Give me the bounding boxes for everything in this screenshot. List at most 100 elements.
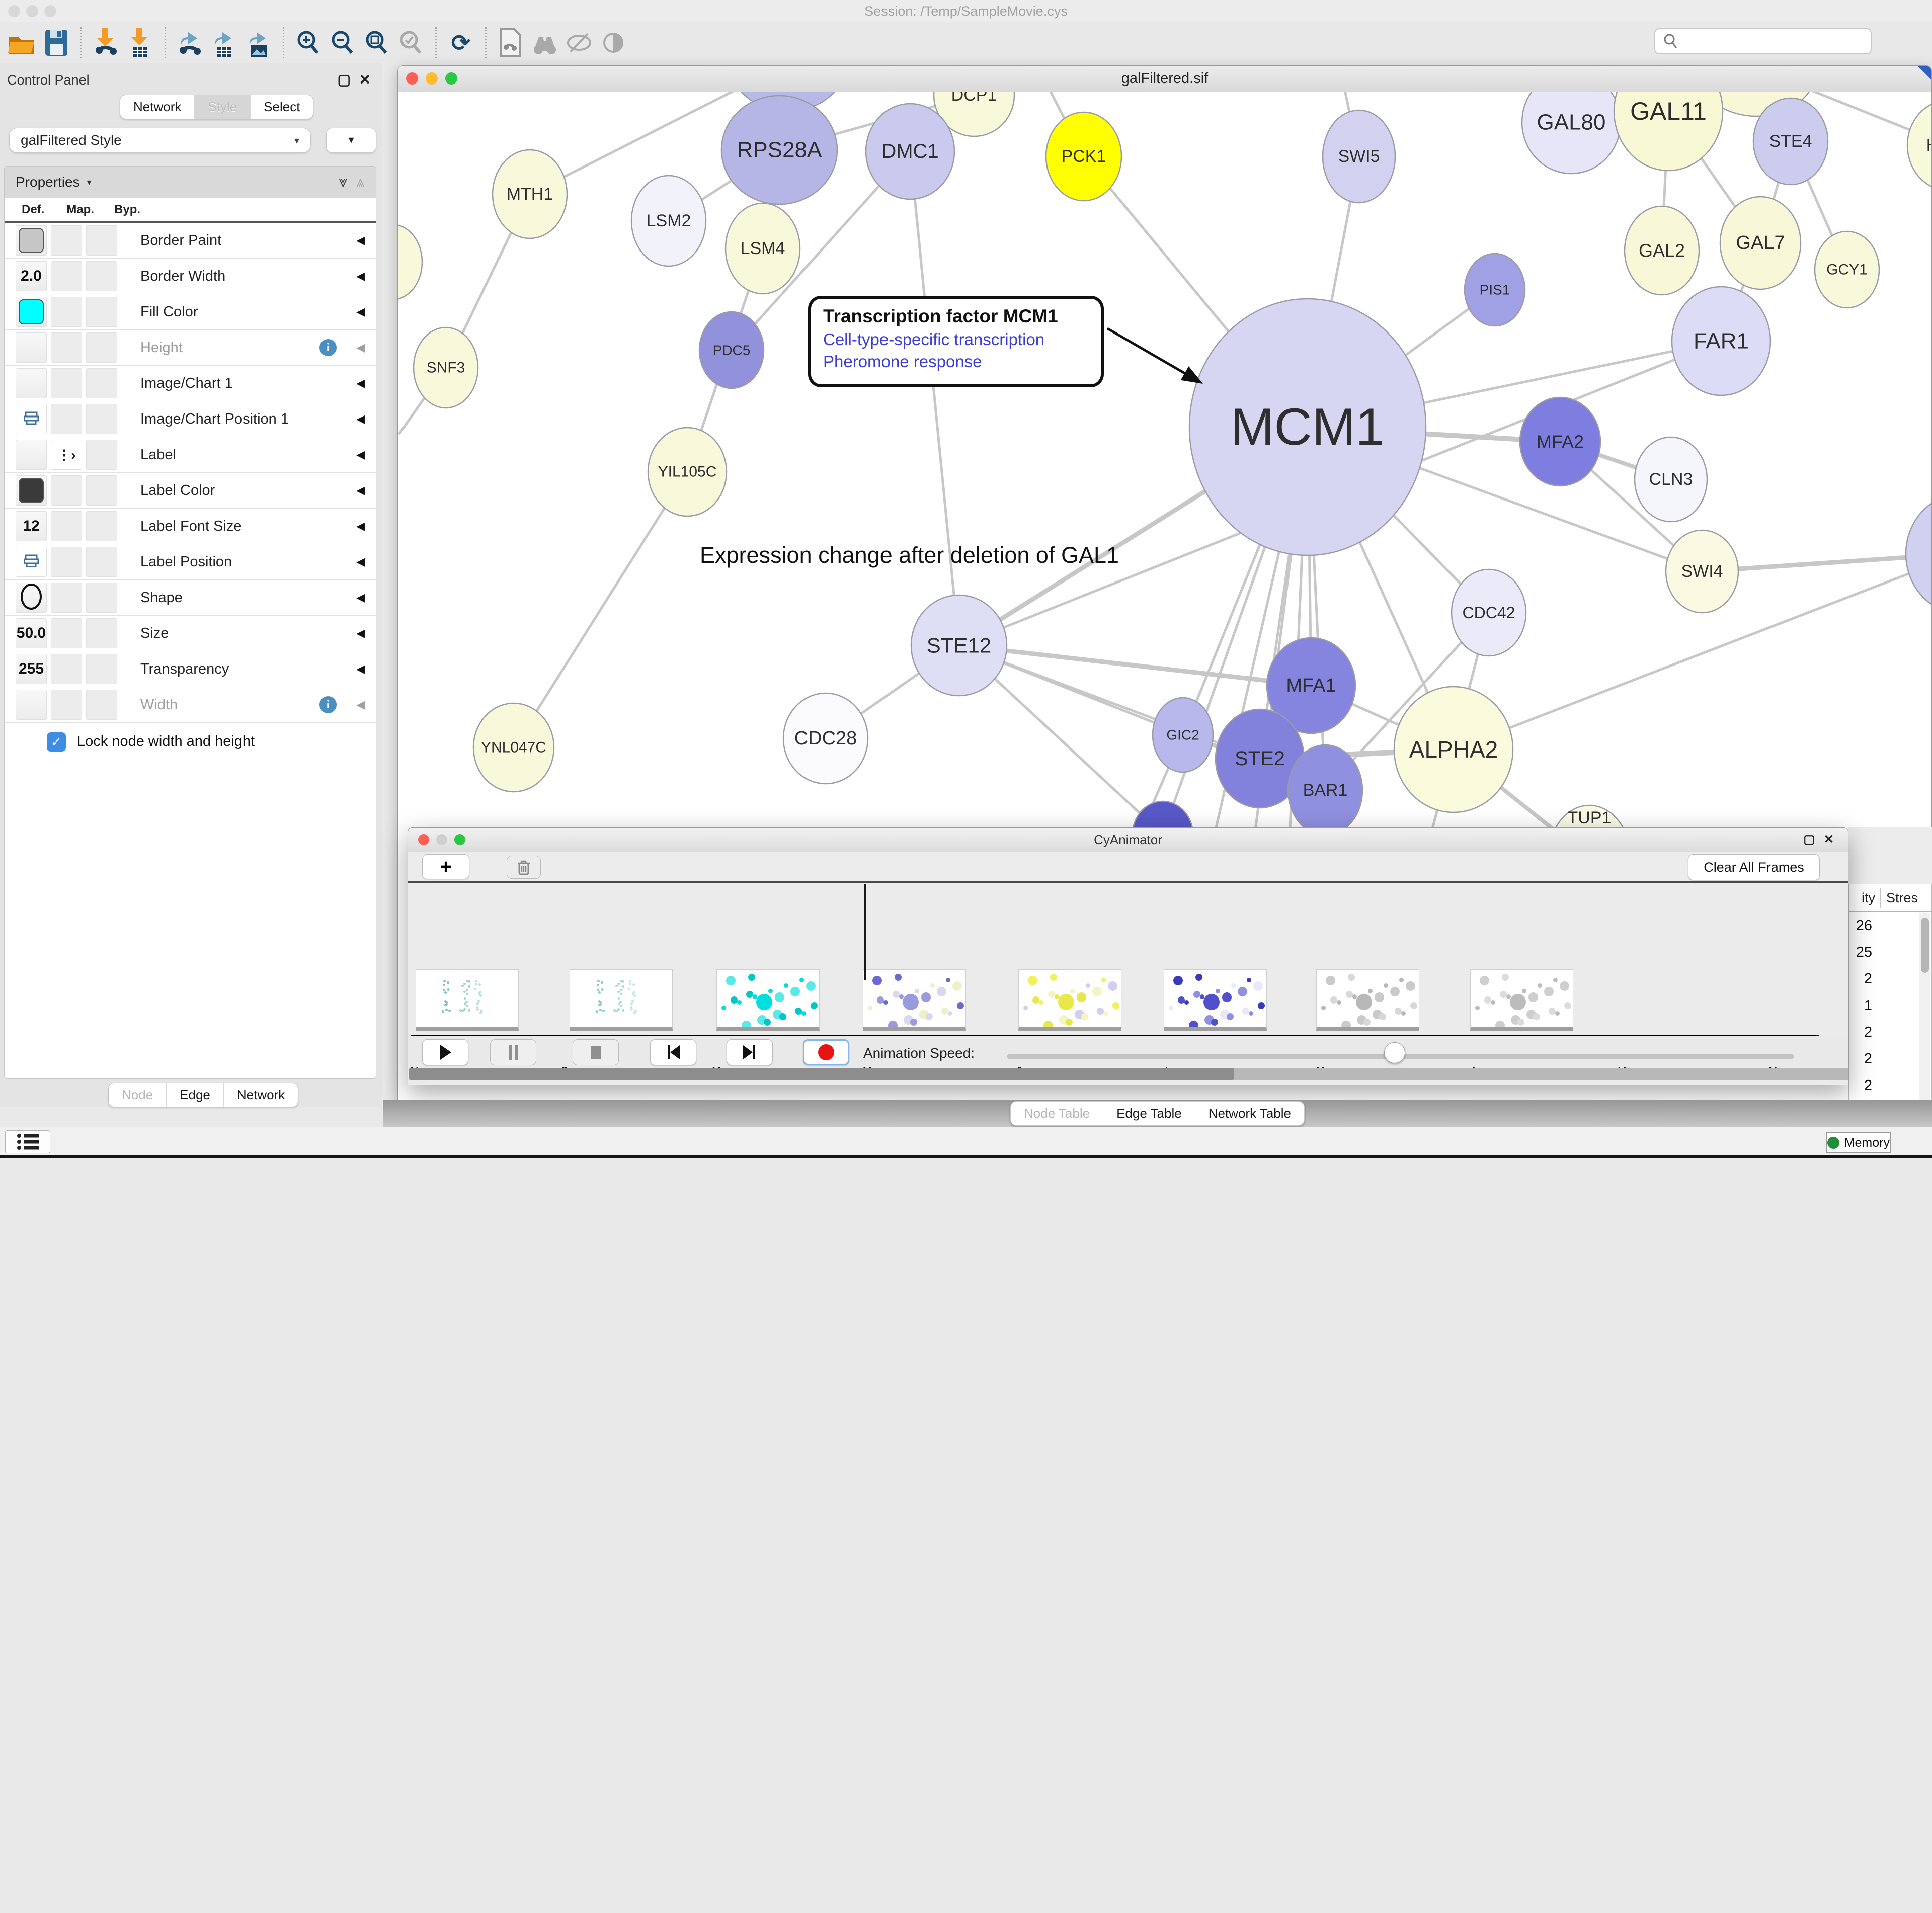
network-edge[interactable] bbox=[910, 151, 959, 645]
close-panel-icon[interactable]: ✕ bbox=[359, 71, 371, 88]
network-node-gal2[interactable]: GAL2 bbox=[1625, 206, 1699, 295]
network-node-gic2[interactable]: GIC2 bbox=[1153, 698, 1213, 772]
network-node-gal11[interactable]: GAL11 bbox=[1614, 92, 1723, 171]
zoom-out-button[interactable] bbox=[327, 26, 358, 59]
network-node-slt2[interactable]: SLT2 bbox=[1906, 494, 1931, 613]
table-scrollbar[interactable] bbox=[1919, 913, 1930, 1102]
default-value-cell[interactable] bbox=[16, 547, 47, 577]
show-button[interactable] bbox=[598, 26, 629, 59]
float-panel-icon[interactable]: ▢ bbox=[338, 71, 351, 88]
default-value-cell[interactable] bbox=[16, 440, 47, 470]
expand-row-icon[interactable]: ◀ bbox=[356, 412, 365, 426]
expand-row-icon[interactable]: ◀ bbox=[356, 520, 365, 533]
table-header-ity[interactable]: ity bbox=[1849, 890, 1875, 906]
record-button[interactable] bbox=[803, 1039, 849, 1065]
column-divider[interactable] bbox=[1880, 888, 1881, 908]
table-cell[interactable]: 2 bbox=[1849, 1024, 1872, 1041]
bypass-cell[interactable] bbox=[86, 475, 117, 506]
pause-button[interactable] bbox=[490, 1039, 536, 1065]
import-network-button[interactable] bbox=[91, 26, 122, 59]
network-node-pck1[interactable]: PCK1 bbox=[1046, 112, 1121, 201]
network-node-lsm4[interactable]: LSM4 bbox=[726, 203, 800, 294]
mapping-cell[interactable] bbox=[51, 511, 82, 541]
expand-row-icon[interactable]: ◀ bbox=[356, 341, 365, 354]
zoom-icon[interactable] bbox=[445, 72, 457, 85]
frame-thumbnail-5[interactable] bbox=[1018, 969, 1121, 1031]
window-zoom-button[interactable] bbox=[44, 5, 56, 17]
tab-node[interactable]: Node bbox=[109, 1083, 166, 1107]
frame-thumbnail-3[interactable] bbox=[716, 969, 820, 1031]
info-icon[interactable]: i bbox=[319, 339, 337, 356]
network-node-ste4[interactable]: STE4 bbox=[1753, 98, 1828, 185]
mapping-cell[interactable] bbox=[51, 690, 82, 720]
expand-row-icon[interactable]: ◀ bbox=[356, 555, 365, 568]
default-value-cell[interactable] bbox=[16, 332, 47, 363]
properties-header[interactable]: Properties ▾ ⩔ ⩓ bbox=[5, 167, 376, 198]
close-panel-icon[interactable]: ✕ bbox=[1824, 832, 1834, 847]
default-value-cell[interactable] bbox=[16, 583, 47, 613]
network-node-gal7[interactable]: GAL7 bbox=[1720, 197, 1801, 289]
clear-all-frames-button[interactable]: Clear All Frames bbox=[1688, 854, 1820, 880]
default-value-cell[interactable]: 50.0 bbox=[16, 618, 47, 648]
close-icon[interactable] bbox=[418, 834, 429, 845]
frame-thumbnail-4[interactable] bbox=[863, 969, 966, 1031]
network-node-swi5[interactable]: SWI5 bbox=[1323, 110, 1395, 203]
network-node-alpha2[interactable]: ALPHA2 bbox=[1394, 687, 1513, 812]
expand-row-icon[interactable]: ◀ bbox=[356, 591, 365, 604]
annotation-link-2[interactable]: Pheromone response bbox=[823, 352, 1089, 371]
hide-button[interactable] bbox=[564, 26, 595, 59]
zoom-in-button[interactable] bbox=[293, 26, 324, 59]
network-window-titlebar[interactable]: galFiltered.sif bbox=[398, 66, 1931, 92]
network-node-mcm1[interactable]: MCM1 bbox=[1189, 299, 1426, 555]
network-file-button[interactable] bbox=[495, 26, 526, 59]
search-input[interactable] bbox=[1679, 34, 1871, 49]
refresh-button[interactable]: ⟳ bbox=[445, 26, 476, 59]
zoom-fit-button[interactable] bbox=[361, 26, 392, 59]
animation-speed-knob[interactable] bbox=[1384, 1042, 1405, 1063]
minimize-icon[interactable] bbox=[436, 834, 447, 845]
bypass-cell[interactable] bbox=[86, 261, 117, 291]
frame-thumbnail-1[interactable] bbox=[416, 969, 519, 1031]
network-node-far1[interactable]: FAR1 bbox=[1672, 287, 1770, 395]
close-icon[interactable] bbox=[406, 72, 418, 85]
network-node-swi4[interactable]: SWI4 bbox=[1666, 530, 1738, 613]
binoculars-button[interactable] bbox=[529, 26, 560, 59]
mapping-cell[interactable] bbox=[51, 297, 82, 327]
timeline-scrollbar[interactable] bbox=[409, 1068, 1848, 1080]
network-node-gal80[interactable]: GAL80 bbox=[1522, 92, 1621, 174]
network-node-snf3[interactable]: SNF3 bbox=[414, 327, 478, 408]
mapping-cell[interactable]: ⋮› bbox=[51, 440, 82, 470]
table-cell[interactable]: 2 bbox=[1849, 1077, 1872, 1094]
default-value-cell[interactable] bbox=[16, 690, 47, 720]
table-cell[interactable]: 25 bbox=[1849, 944, 1872, 961]
network-node-bar1[interactable]: BAR1 bbox=[1288, 745, 1362, 836]
bypass-cell[interactable] bbox=[86, 225, 117, 256]
network-node-lefty[interactable] bbox=[398, 224, 422, 300]
expand-row-icon[interactable]: ◀ bbox=[356, 270, 365, 283]
style-select[interactable]: galFiltered Style ▾ bbox=[9, 128, 311, 153]
default-value-cell[interactable]: 12 bbox=[16, 511, 47, 541]
mapping-cell[interactable] bbox=[51, 618, 82, 648]
expand-row-icon[interactable]: ◀ bbox=[356, 698, 365, 711]
network-node-cdc42[interactable]: CDC42 bbox=[1452, 569, 1526, 656]
default-value-cell[interactable] bbox=[16, 475, 47, 506]
open-file-button[interactable] bbox=[7, 26, 38, 59]
bypass-cell[interactable] bbox=[86, 583, 117, 613]
export-table-button[interactable] bbox=[209, 26, 240, 59]
expand-row-icon[interactable]: ◀ bbox=[356, 627, 365, 640]
default-value-cell[interactable] bbox=[16, 297, 47, 327]
network-node-ste12[interactable]: STE12 bbox=[911, 595, 1007, 696]
expand-row-icon[interactable]: ◀ bbox=[356, 662, 365, 676]
tab-edge[interactable]: Edge bbox=[166, 1083, 223, 1107]
bypass-cell[interactable] bbox=[86, 690, 117, 720]
export-network-button[interactable] bbox=[175, 26, 206, 59]
bypass-cell[interactable] bbox=[86, 511, 117, 541]
collapse-all-icon[interactable]: ⩓ bbox=[356, 174, 365, 191]
delete-frame-button[interactable] bbox=[507, 856, 541, 879]
default-value-cell[interactable] bbox=[16, 404, 47, 434]
network-node-mth1[interactable]: MTH1 bbox=[493, 150, 567, 238]
mapping-cell[interactable] bbox=[51, 332, 82, 363]
network-node-ynl047c[interactable]: YNL047C bbox=[473, 703, 554, 792]
network-node-cln3[interactable]: CLN3 bbox=[1635, 437, 1707, 522]
bypass-cell[interactable] bbox=[86, 332, 117, 363]
